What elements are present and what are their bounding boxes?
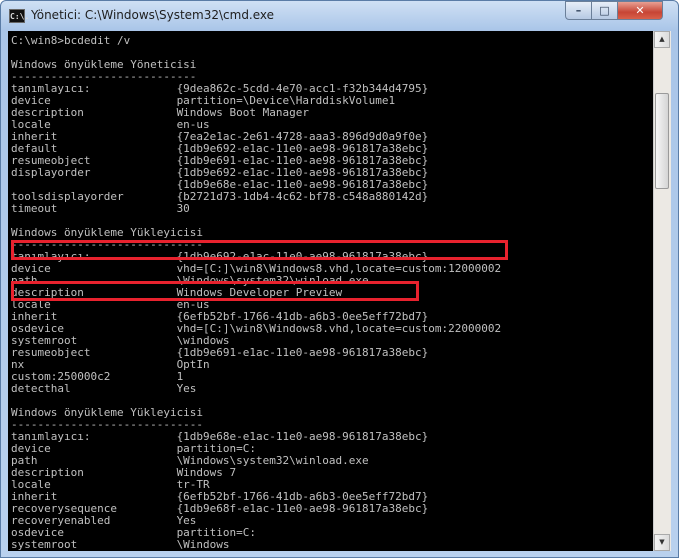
console-line: inherit {6efb52bf-1766-41db-a6b3-0ee5eff…	[11, 310, 429, 323]
cmd-window: C:\. Yönetici: C:\Windows\System32\cmd.e…	[0, 0, 679, 558]
close-button[interactable]: ✕	[617, 1, 663, 20]
console-line: Windows önyükleme Yükleyicisi	[11, 406, 204, 419]
console-output[interactable]: systemroot \Windows osdevice partition=C:…	[8, 31, 653, 551]
console-line: recoverysequence {1db9e68f-e1ac-11e0-ae9…	[11, 502, 429, 515]
console-line: recoveryenabled Yes	[11, 514, 197, 527]
minimize-button[interactable]: –	[565, 1, 592, 20]
console-line: locale en-us	[11, 118, 210, 131]
console-line: nx OptIn	[11, 358, 210, 371]
console-line: timeout 30	[11, 202, 190, 215]
console-line: path \Windows\system32\winload.exe	[11, 454, 369, 467]
console-line: {1db9e68e-e1ac-11e0-ae98-961817a38ebc}	[11, 178, 429, 191]
console-line: tanımlayıcı: {1db9e68e-e1ac-11e0-ae98-96…	[11, 430, 429, 443]
console-line: default {1db9e692-e1ac-11e0-ae98-961817a…	[11, 142, 429, 155]
console-line: Windows önyükleme Yöneticisi	[11, 58, 197, 71]
console-line: osdevice vhd=[C:]\win8\Windows8.vhd,loca…	[11, 322, 502, 335]
vertical-scrollbar[interactable]: ▲ ▼	[653, 31, 671, 551]
maximize-button[interactable]: □	[591, 1, 618, 20]
console-line: ----------------------------	[11, 70, 197, 83]
console-line: inherit {6efb52bf-1766-41db-a6b3-0ee5eff…	[11, 490, 429, 503]
console-line: systemroot \windows	[11, 334, 230, 347]
console-line: device vhd=[C:]\win8\Windows8.vhd,locate…	[11, 262, 502, 275]
console-line: resumeobject {1db9e691-e1ac-11e0-ae98-96…	[11, 154, 429, 167]
scroll-up-button[interactable]: ▲	[654, 31, 670, 48]
console-line: toolsdisplayorder {b2721d73-1db4-4c62-bf…	[11, 190, 429, 203]
window-title: Yönetici: C:\Windows\System32\cmd.exe	[31, 8, 275, 22]
title-bar[interactable]: C:\. Yönetici: C:\Windows\System32\cmd.e…	[1, 1, 678, 31]
console-line: locale tr-TR	[11, 478, 210, 491]
console-line: systemroot \Windows	[11, 538, 230, 551]
console-line: tanımlayıcı: {9dea862c-5cdd-4e70-acc1-f3…	[11, 82, 429, 95]
console-line: Windows önyükleme Yükleyicisi	[11, 226, 204, 239]
console-line: detecthal Yes	[11, 382, 197, 395]
console-line: description Windows Boot Manager	[11, 106, 310, 119]
console-line: displayorder {1db9e692-e1ac-11e0-ae98-96…	[11, 166, 429, 179]
highlight-box-identifier	[11, 240, 508, 260]
console-line: C:\win8>bcdedit /v	[11, 34, 131, 47]
scroll-down-button[interactable]: ▼	[654, 534, 670, 551]
console-line: resumeobject {1db9e691-e1ac-11e0-ae98-96…	[11, 346, 429, 359]
highlight-box-description	[11, 281, 419, 301]
cmd-app-icon[interactable]: C:\.	[9, 9, 29, 23]
console-line: osdevice partition=C:	[11, 526, 257, 539]
scroll-thumb[interactable]	[655, 93, 669, 189]
console-line: device partition=C:	[11, 442, 257, 455]
console-line: device partition=\Device\HarddiskVolume1	[11, 94, 396, 107]
console-line: custom:250000c2 1	[11, 370, 184, 383]
console-line: inherit {7ea2e1ac-2e61-4728-aaa3-896d9d0…	[11, 130, 429, 143]
console-line: -----------------------------	[11, 418, 204, 431]
console-line: description Windows 7	[11, 466, 237, 479]
